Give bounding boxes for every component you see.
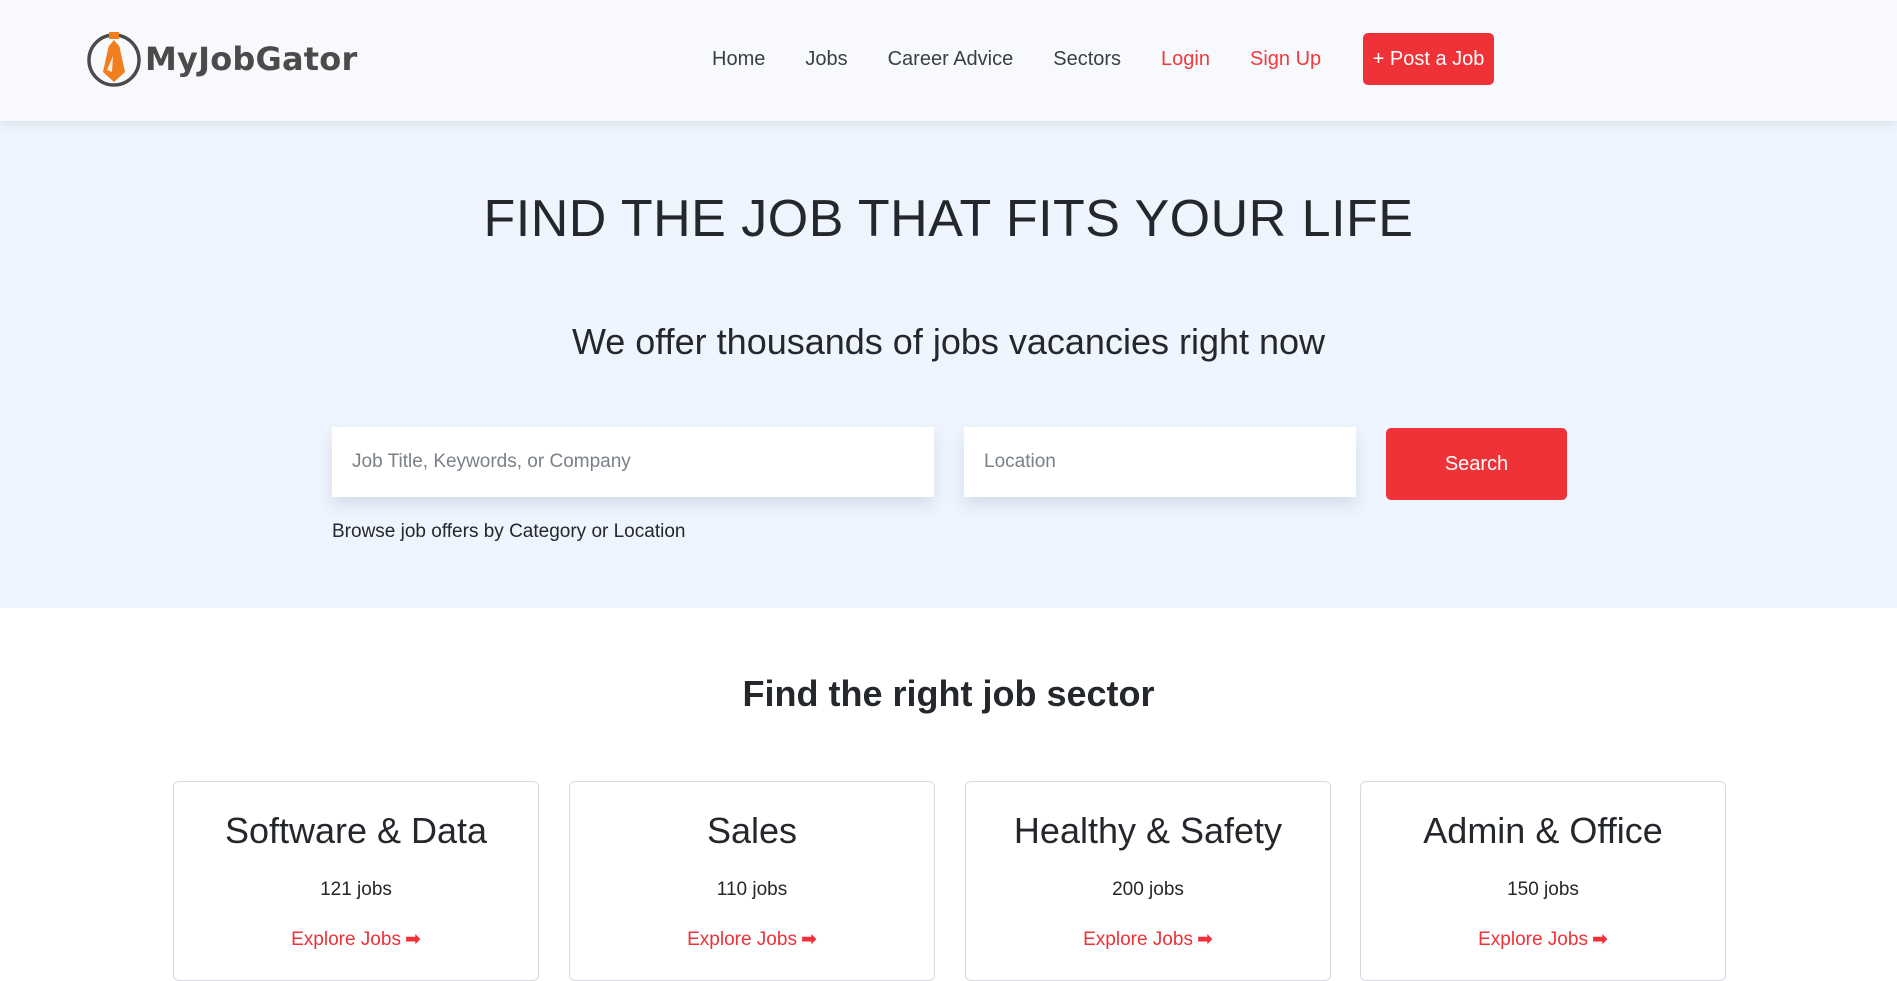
nav-login[interactable]: Login — [1161, 48, 1210, 71]
sector-name: Admin & Office — [1423, 810, 1663, 851]
search-button[interactable]: Search — [1386, 428, 1567, 500]
nav-sign-up[interactable]: Sign Up — [1250, 48, 1321, 71]
sector-card-admin-office[interactable]: Admin & Office 150 jobs Explore Jobs ➡ — [1360, 781, 1726, 981]
sector-name: Sales — [706, 810, 798, 851]
sector-card-sales[interactable]: Sales 110 jobs Explore Jobs ➡ — [569, 781, 935, 981]
logo-text: MyJobGator — [145, 40, 358, 78]
site-header: MyJobGator Home Jobs Career Advice Secto… — [0, 0, 1897, 121]
arrow-right-icon: ➡ — [404, 929, 421, 950]
nav-career-advice[interactable]: Career Advice — [888, 48, 1014, 71]
nav-sectors[interactable]: Sectors — [1053, 48, 1121, 71]
arrow-right-icon: ➡ — [800, 929, 817, 950]
nav-home[interactable]: Home — [712, 48, 765, 71]
sector-name: Software & Data — [224, 810, 488, 851]
sector-job-count: 150 jobs — [1507, 879, 1579, 900]
site-logo[interactable]: MyJobGator — [85, 29, 357, 89]
nav-jobs[interactable]: Jobs — [805, 48, 847, 71]
explore-jobs-link[interactable]: Explore Jobs ➡ — [570, 928, 934, 951]
explore-jobs-label: Explore Jobs — [291, 929, 401, 950]
explore-jobs-link[interactable]: Explore Jobs ➡ — [966, 928, 1330, 951]
sector-card-healthy-safety[interactable]: Healthy & Safety 200 jobs Explore Jobs ➡ — [965, 781, 1331, 981]
sector-job-count: 200 jobs — [1112, 879, 1184, 900]
explore-jobs-link[interactable]: Explore Jobs ➡ — [1361, 928, 1725, 951]
explore-jobs-label: Explore Jobs — [1083, 929, 1193, 950]
post-job-button[interactable]: + Post a Job — [1363, 33, 1494, 85]
hero-subtitle: We offer thousands of jobs vacancies rig… — [571, 321, 1326, 362]
sector-name: Healthy & Safety — [1013, 810, 1283, 851]
keyword-search-input[interactable] — [332, 427, 934, 497]
sectors-title: Find the right job sector — [742, 673, 1155, 714]
hero-section: FIND THE JOB THAT FITS YOUR LIFE We offe… — [0, 121, 1897, 608]
explore-jobs-link[interactable]: Explore Jobs ➡ — [174, 928, 538, 951]
sector-job-count: 121 jobs — [320, 879, 392, 900]
browse-text: Browse job offers by Category or Locatio… — [332, 521, 686, 542]
arrow-right-icon: ➡ — [1591, 929, 1608, 950]
sector-job-count: 110 jobs — [716, 879, 788, 900]
hero-title: FIND THE JOB THAT FITS YOUR LIFE — [483, 190, 1414, 248]
location-search-input[interactable] — [964, 427, 1356, 497]
tie-logo-icon — [85, 30, 143, 88]
sector-card-software-data[interactable]: Software & Data 121 jobs Explore Jobs ➡ — [173, 781, 539, 981]
explore-jobs-label: Explore Jobs — [687, 929, 797, 950]
main-nav: Home Jobs Career Advice Sectors Login Si… — [712, 33, 1361, 85]
arrow-right-icon: ➡ — [1196, 929, 1213, 950]
explore-jobs-label: Explore Jobs — [1478, 929, 1588, 950]
